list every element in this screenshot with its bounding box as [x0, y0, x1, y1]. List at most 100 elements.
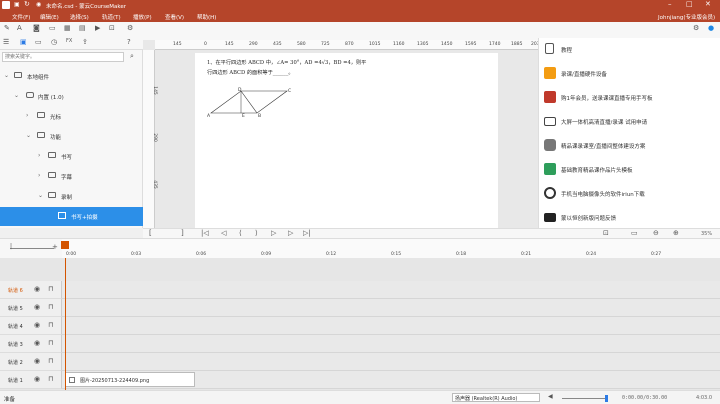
grid-tool-icon[interactable]: ▤ [79, 25, 86, 32]
skip-end-icon[interactable]: ▷| [303, 230, 311, 237]
tree-item-builtin[interactable]: ⌄ 内置 (1.0) [0, 87, 143, 106]
close-icon[interactable]: ✕ [705, 1, 711, 8]
track-header[interactable]: 轨道 3 ◉ ⊓ [0, 335, 62, 353]
text-tool-icon[interactable]: A [17, 25, 22, 32]
menu-file[interactable]: 文件(F) [12, 13, 30, 21]
search-box[interactable] [2, 52, 124, 62]
bracket-left-icon[interactable]: [ [149, 230, 152, 237]
track-lane[interactable] [62, 281, 720, 299]
track-header[interactable]: 轨道 2 ◉ ⊓ [0, 353, 62, 371]
lock-icon[interactable]: ⊓ [48, 322, 53, 329]
track-header[interactable]: 轨道 4 ◉ ⊓ [0, 317, 62, 335]
slider-handle-icon[interactable]: | [10, 244, 12, 250]
menu-tool-icon[interactable]: ☰ [3, 39, 9, 46]
track-lane[interactable]: 图片-20250713-224409.png [62, 371, 720, 389]
track-header[interactable]: 轨道 1 ◉ ⊓ [0, 371, 62, 389]
lock-icon[interactable]: ⊓ [48, 304, 53, 311]
menu-select[interactable]: 选择(S) [70, 13, 89, 21]
eye-icon[interactable]: ◉ [34, 358, 40, 365]
speaker-icon[interactable]: ◀ [548, 394, 553, 400]
help-icon[interactable]: ? [127, 39, 131, 46]
clip-checkbox[interactable] [69, 377, 75, 383]
eye-icon[interactable]: ◉ [34, 340, 40, 347]
rp-item-display[interactable]: 大屏一体机高清直播/录课 试用申请 [539, 110, 720, 134]
tree-item-write-camera[interactable]: 书写+拍摄 [0, 207, 143, 226]
next-frame-icon[interactable]: ▷ [288, 230, 293, 237]
prev-frame-icon[interactable]: ◁ [221, 230, 226, 237]
lock-icon[interactable]: ⊓ [48, 340, 53, 347]
pen-tool-icon[interactable]: ✎ [4, 25, 10, 32]
crop-icon[interactable]: ⊡ [603, 230, 609, 237]
skip-start-icon[interactable]: |◁ [201, 230, 209, 237]
menu-view[interactable]: 查看(V) [165, 13, 184, 21]
chat-icon[interactable]: ● [708, 25, 714, 32]
bracket-right-icon[interactable]: ] [181, 230, 184, 237]
tree-item-write[interactable]: › 书写 [0, 147, 143, 166]
track-lane[interactable] [62, 317, 720, 335]
rp-item-tutorial[interactable]: 教程 [539, 38, 720, 62]
playhead[interactable] [61, 241, 69, 249]
camera-tool-icon[interactable]: ◙ [33, 25, 40, 32]
gear-icon[interactable]: ⚙ [693, 25, 699, 32]
zoom-in-icon[interactable]: ⊕ [673, 230, 679, 237]
eye-icon[interactable]: ◉ [34, 322, 40, 329]
eye-icon[interactable]: ◉ [34, 286, 40, 293]
minimize-icon[interactable]: – [668, 1, 672, 8]
play-tool-icon[interactable]: ▶ [95, 25, 100, 32]
lock-icon[interactable]: ⊓ [48, 358, 53, 365]
track-lane[interactable] [62, 335, 720, 353]
zoom-out-icon[interactable]: ⊖ [653, 230, 659, 237]
track-lane[interactable] [62, 353, 720, 371]
audio-device-label: 扬声器 (Realtek(R) Audio) [455, 396, 518, 402]
clock-icon[interactable]: ◷ [51, 39, 57, 46]
lock-icon[interactable]: ⊓ [48, 376, 53, 383]
fx-icon[interactable]: FX [66, 39, 72, 44]
timeline-zoom-slider[interactable] [10, 248, 54, 249]
rp-item-iriun[interactable]: 手机当电脑摄像头的软件iriun下载 [539, 182, 720, 206]
user-account[interactable]: Johnjiang(专业版会员) [658, 13, 715, 21]
tree-item-local[interactable]: ⌄ 本地组件 [0, 67, 143, 86]
lock-icon[interactable]: ⊓ [48, 286, 53, 293]
document-page[interactable]: 1、在平行四边形 ABCD 中，∠A= 30°，AD =4√3，BD =4，则平… [195, 53, 498, 228]
search-icon[interactable]: ⌕ [130, 53, 134, 60]
screen-tool-icon[interactable]: ▭ [49, 25, 56, 32]
image-clip[interactable]: 图片-20250713-224409.png [65, 372, 195, 387]
play-icon[interactable]: ▷ [271, 230, 276, 237]
search-input[interactable] [3, 53, 113, 61]
folder-tool-icon[interactable]: ▭ [35, 39, 42, 46]
tree-item-cursor[interactable]: › 光标 [0, 107, 143, 126]
step-fwd-icon[interactable]: ⟩ [255, 230, 258, 237]
fit-icon[interactable]: ▭ [631, 230, 638, 237]
rp-item-feedback[interactable]: 蒙以恒创新版问题反馈 [539, 206, 720, 230]
save-icon[interactable]: ▣ [14, 1, 20, 8]
menu-play[interactable]: 播放(P) [133, 13, 152, 21]
menu-track[interactable]: 轨道(T) [102, 13, 121, 21]
eye-icon[interactable]: ◉ [34, 376, 40, 383]
maximize-icon[interactable]: □ [686, 1, 693, 8]
menu-help[interactable]: 帮助(H) [197, 13, 216, 21]
eye-icon[interactable]: ◉ [34, 304, 40, 311]
volume-slider[interactable] [562, 398, 608, 399]
menu-edit[interactable]: 编辑(E) [40, 13, 59, 21]
tree-item-subtitle[interactable]: › 字幕 [0, 167, 143, 186]
refresh-icon[interactable]: ↻ [24, 1, 30, 8]
volume-handle[interactable] [605, 395, 608, 402]
add-track-icon[interactable]: + [52, 244, 58, 251]
rp-item-studio[interactable]: 精品课录课室/直播间整体建设方案 [539, 134, 720, 158]
track-header[interactable]: 轨道 6 ◉ ⊓ [0, 281, 62, 299]
tree-item-record[interactable]: ⌄ 录制 [0, 187, 143, 206]
record-icon[interactable]: ◉ [36, 1, 41, 8]
share-icon[interactable]: ⇪ [82, 39, 88, 46]
track-lane[interactable] [62, 299, 720, 317]
image-tool-icon[interactable]: ▦ [64, 25, 71, 32]
export-tool-icon[interactable]: ⊡ [109, 25, 115, 32]
rp-item-hardware[interactable]: 录课/直播硬件设备 [539, 62, 720, 86]
audio-device-select[interactable]: 扬声器 (Realtek(R) Audio) [452, 393, 540, 402]
layers-icon[interactable]: ▣ [20, 39, 27, 46]
track-header[interactable]: 轨道 5 ◉ ⊓ [0, 299, 62, 317]
rp-item-template[interactable]: 基础教育精品课作品片头模板 [539, 158, 720, 182]
tree-item-function[interactable]: ⌄ 功能 [0, 127, 143, 146]
rp-item-membership[interactable]: 购1年会员，送录课课直播专用手写板 [539, 86, 720, 110]
step-back-icon[interactable]: ⟨ [239, 230, 242, 237]
settings-tool-icon[interactable]: ⚙ [127, 25, 133, 32]
